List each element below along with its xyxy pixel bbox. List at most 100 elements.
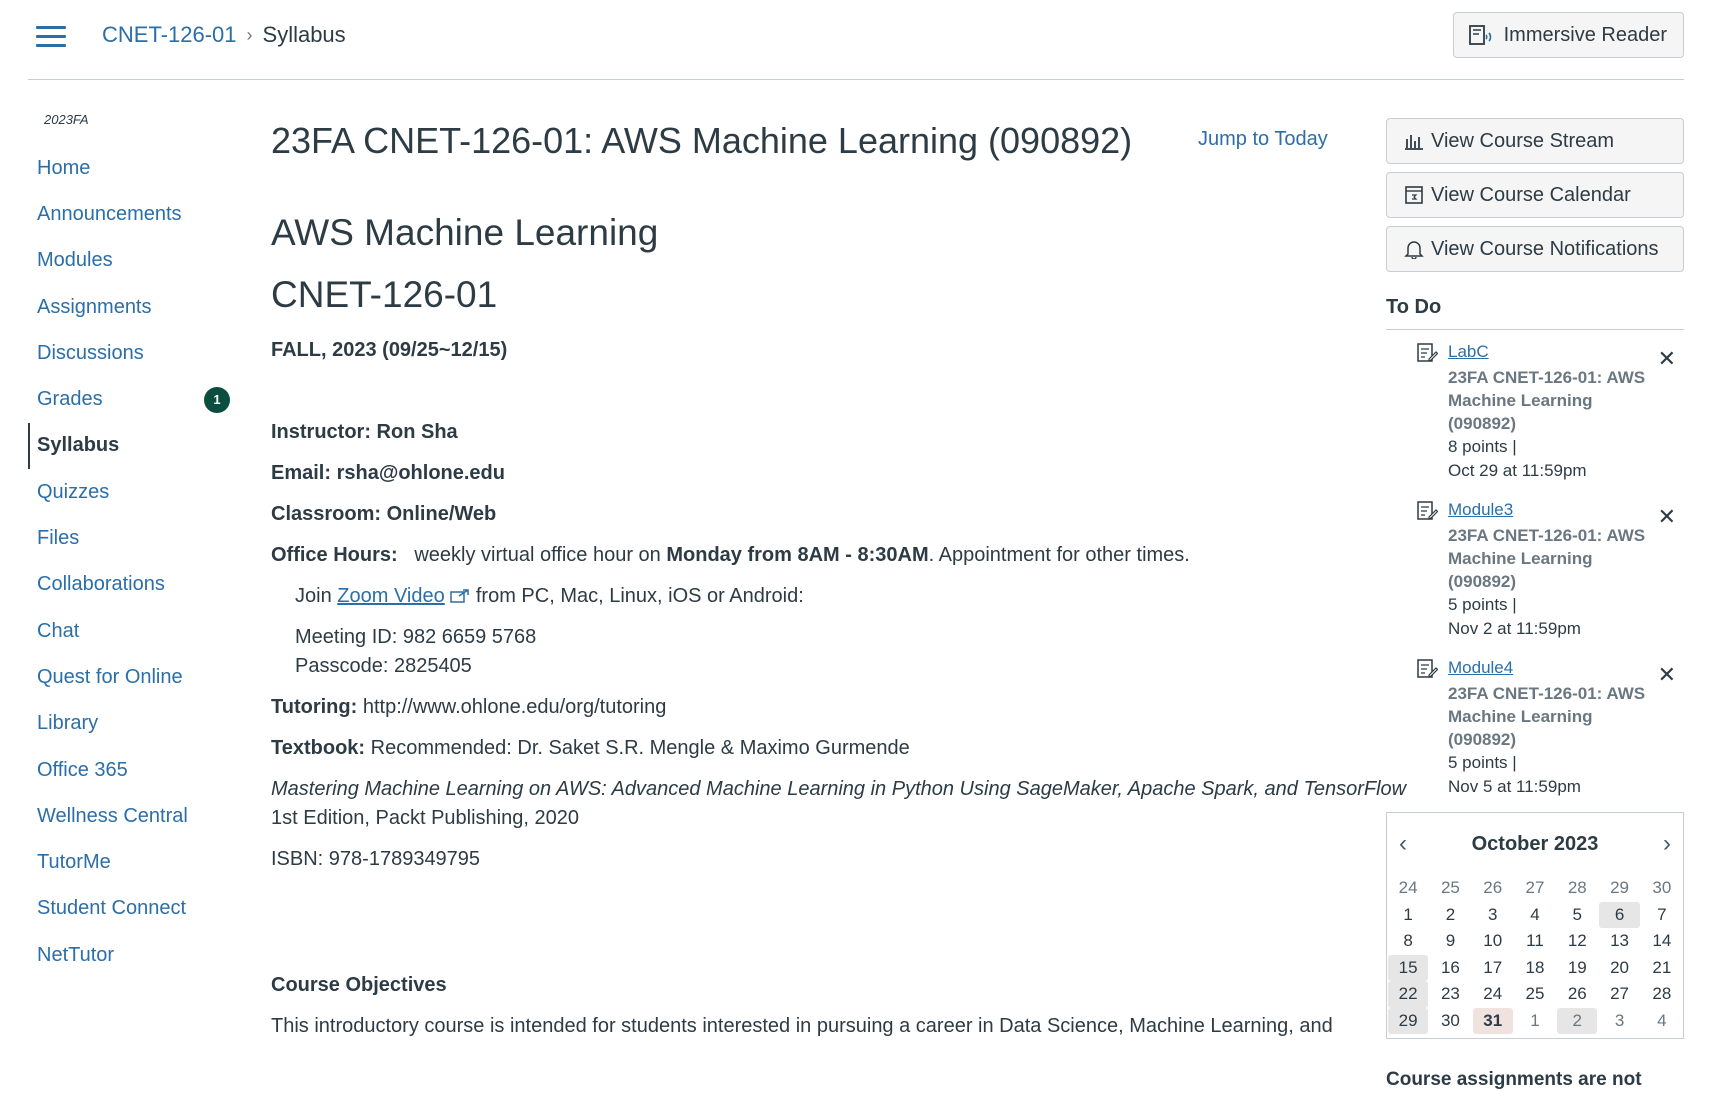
sidebar-item-quest-for-online[interactable]: Quest for Online — [28, 654, 228, 700]
dismiss-icon[interactable]: ✕ — [1658, 346, 1676, 372]
calendar-day[interactable]: 22 — [1388, 981, 1429, 1008]
dismiss-icon[interactable]: ✕ — [1658, 662, 1676, 688]
calendar-day[interactable]: 25 — [1515, 981, 1555, 1008]
sidebar-item-student-connect[interactable]: Student Connect — [28, 886, 228, 932]
sidebar-item-assignments[interactable]: Assignments — [28, 284, 228, 330]
sidebar-item-office-365[interactable]: Office 365 — [28, 747, 228, 793]
calendar-day[interactable]: 8 — [1388, 928, 1428, 955]
view-course-calendar-button[interactable]: View Course Calendar — [1386, 172, 1684, 218]
sidebar-item-quizzes[interactable]: Quizzes — [28, 469, 228, 515]
calendar-day[interactable]: 11 — [1515, 928, 1555, 955]
calendar-day[interactable]: 3 — [1599, 1008, 1639, 1035]
course-objectives-text: This introductory course is intended for… — [271, 1015, 1333, 1037]
assignment-icon — [1417, 659, 1438, 678]
calendar-day[interactable]: 16 — [1430, 955, 1470, 982]
textbook-line: Textbook: Recommended: Dr. Saket S.R. Me… — [271, 737, 910, 760]
calendar-day[interactable]: 27 — [1599, 981, 1639, 1008]
calendar-day[interactable]: 29 — [1599, 875, 1639, 902]
todo-title-link[interactable]: Module3 — [1448, 500, 1684, 520]
course-heading: AWS Machine Learning — [271, 212, 659, 253]
calendar-day[interactable]: 26 — [1473, 875, 1513, 902]
calendar-day[interactable]: 26 — [1557, 981, 1597, 1008]
sidebar-item-announcements[interactable]: Announcements — [28, 191, 228, 237]
calendar-day[interactable]: 2 — [1557, 1007, 1598, 1034]
calendar-day[interactable]: 21 — [1642, 955, 1682, 982]
calendar-day[interactable]: 30 — [1430, 1008, 1470, 1035]
calendar-day[interactable]: 4 — [1515, 902, 1555, 929]
immersive-reader-button[interactable]: Immersive Reader — [1452, 12, 1684, 58]
assignment-icon — [1417, 343, 1438, 362]
sidebar-item-label: Office 365 — [37, 758, 128, 781]
calendar-day[interactable]: 17 — [1473, 955, 1513, 982]
sidebar-item-label: Modules — [37, 249, 113, 272]
calendar-day[interactable]: 1 — [1388, 902, 1428, 929]
chevron-left-icon[interactable]: ‹ — [1399, 830, 1407, 858]
sidebar-item-discussions[interactable]: Discussions — [28, 330, 228, 376]
calendar-day[interactable]: 3 — [1473, 902, 1513, 929]
sidebar-item-label: Library — [37, 712, 99, 735]
calendar-day[interactable]: 13 — [1599, 928, 1639, 955]
calendar-day[interactable]: 23 — [1430, 981, 1470, 1008]
calendar-day[interactable]: 29 — [1388, 1007, 1429, 1034]
calendar-day[interactable]: 28 — [1557, 875, 1597, 902]
calendar-day[interactable]: 18 — [1515, 955, 1555, 982]
calendar-day[interactable]: 2 — [1430, 902, 1470, 929]
view-course-stream-button[interactable]: View Course Stream — [1386, 118, 1684, 164]
breadcrumb-course-link[interactable]: CNET-126-01 — [102, 22, 237, 48]
sidebar-item-modules[interactable]: Modules — [28, 238, 228, 284]
office-hours-text: weekly virtual office hour on — [414, 544, 661, 566]
calendar-day[interactable]: 28 — [1642, 981, 1682, 1008]
calendar-day[interactable]: 24 — [1473, 981, 1513, 1008]
mini-calendar: ‹ October 2023 › 24 25 26 27 28 29 30 1 2 3 4 5 6 7 8 9… — [1386, 812, 1684, 1039]
sidebar-item-label: NetTutor — [37, 943, 115, 966]
calendar-day[interactable]: 14 — [1642, 928, 1682, 955]
sidebar-item-home[interactable]: Home — [28, 145, 228, 191]
calendar-day[interactable]: 15 — [1388, 954, 1429, 981]
calendar-day[interactable]: 27 — [1515, 875, 1555, 902]
calendar-day[interactable]: 12 — [1557, 928, 1597, 955]
sidebar-item-tutorme[interactable]: TutorMe — [28, 839, 228, 885]
todo-points: 5 points | — [1448, 595, 1517, 614]
sidebar-item-label: Student Connect — [37, 897, 186, 920]
calendar-day[interactable]: 20 — [1599, 955, 1639, 982]
todo-title-link[interactable]: LabC — [1448, 342, 1684, 362]
calendar-day[interactable]: 10 — [1473, 928, 1513, 955]
tutoring-label: Tutoring: — [271, 696, 358, 718]
sidebar-item-files[interactable]: Files — [28, 515, 228, 561]
calendar-day[interactable]: 25 — [1430, 875, 1470, 902]
sidebar-item-library[interactable]: Library — [28, 701, 228, 747]
sidebar-item-label: Wellness Central — [37, 804, 188, 827]
page-title: 23FA CNET-126-01: AWS Machine Learning (… — [271, 120, 1133, 161]
chevron-right-icon[interactable]: › — [1663, 830, 1671, 858]
dismiss-icon[interactable]: ✕ — [1658, 504, 1676, 530]
calendar-day[interactable]: 7 — [1642, 902, 1682, 929]
zoom-video-link[interactable]: Zoom Video — [337, 585, 444, 607]
calendar-day[interactable]: 19 — [1557, 955, 1597, 982]
calendar-day[interactable]: 1 — [1515, 1008, 1555, 1035]
breadcrumb-current: Syllabus — [262, 22, 346, 47]
grades-badge: 1 — [204, 386, 230, 413]
sidebar-item-wellness-central[interactable]: Wellness Central — [28, 793, 228, 839]
todo-item: Module4 23FA CNET-126-01: AWS Machine Lea… — [1386, 658, 1684, 804]
calendar-day[interactable]: 4 — [1642, 1008, 1682, 1035]
jump-to-today-link[interactable]: Jump to Today — [1198, 128, 1328, 151]
sidebar-item-label: Syllabus — [37, 434, 120, 457]
sidebar-item-syllabus[interactable]: Syllabus — [28, 422, 228, 470]
office-hours-label: Office Hours: — [271, 544, 398, 566]
calendar-day[interactable]: 6 — [1599, 901, 1640, 928]
external-link-icon — [450, 589, 470, 603]
calendar-day[interactable]: 9 — [1430, 928, 1470, 955]
sidebar-item-chat[interactable]: Chat — [28, 608, 228, 654]
hamburger-menu-icon[interactable] — [36, 26, 66, 48]
view-course-notifications-button[interactable]: View Course Notifications — [1386, 226, 1684, 272]
calendar-day[interactable]: 31 — [1472, 1007, 1513, 1034]
sidebar-item-grades[interactable]: Grades 1 — [28, 376, 230, 422]
sidebar-item-nettutor[interactable]: NetTutor — [28, 932, 228, 978]
sidebar-item-collaborations[interactable]: Collaborations — [28, 562, 228, 608]
todo-due-date: Oct 29 at 11:59pm — [1448, 461, 1587, 480]
calendar-day[interactable]: 30 — [1642, 875, 1682, 902]
calendar-day[interactable]: 24 — [1388, 875, 1428, 902]
todo-title-link[interactable]: Module4 — [1448, 658, 1684, 678]
sidebar-item-label: Quest for Online — [37, 665, 183, 688]
calendar-day[interactable]: 5 — [1557, 902, 1597, 929]
